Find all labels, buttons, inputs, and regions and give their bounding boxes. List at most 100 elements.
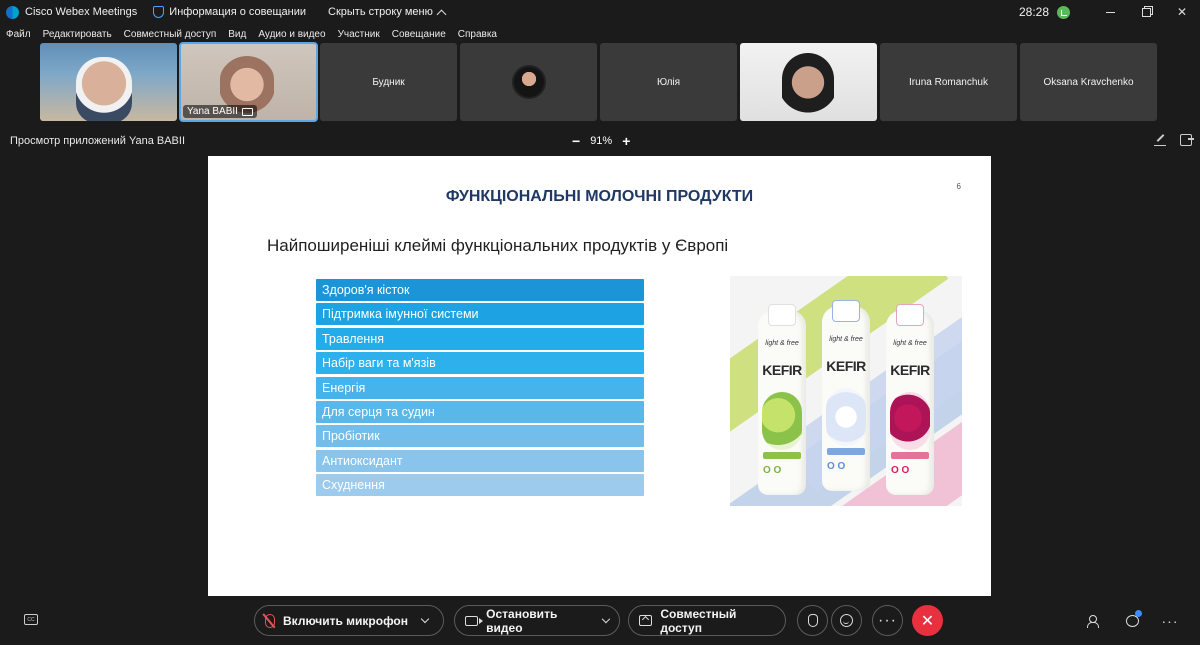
zoom-in-button[interactable]: + <box>622 133 630 149</box>
slide-number: 6 <box>956 182 961 191</box>
close-icon: ✕ <box>920 612 935 630</box>
claim-bar: Набір ваги та м'язів <box>316 352 644 375</box>
minimize-button[interactable] <box>1092 0 1128 24</box>
participant-name-tag: Yana BABII <box>183 105 257 118</box>
close-button[interactable]: ✕ <box>1164 0 1200 24</box>
title-bar: Cisco Webex Meetings Информация о совеща… <box>0 0 1200 24</box>
flavor-label <box>827 448 865 455</box>
participant-video <box>76 57 132 121</box>
participant-name: Юлія <box>656 76 681 88</box>
participants-strip: Yana BABII Будник Юлія Iruna Romanchuk O… <box>40 42 1157 122</box>
annotate-icon[interactable] <box>1154 134 1166 146</box>
bottle-cap <box>896 304 924 326</box>
participant-tile-video[interactable] <box>40 43 177 121</box>
kefir-bottle: light & free KEFIR O O <box>822 300 870 491</box>
shield-icon[interactable] <box>153 6 165 18</box>
participant-name: Будник <box>372 76 405 88</box>
reactions-button[interactable] <box>831 605 862 636</box>
share-screen-icon <box>639 615 653 626</box>
meeting-controls: CC Включить микрофон Остановить видео Со… <box>0 598 1200 645</box>
participant-name: Oksana Kravchenko <box>1043 76 1134 88</box>
restore-button[interactable] <box>1128 0 1164 24</box>
connection-status-icon[interactable] <box>1057 5 1070 19</box>
camera-icon <box>465 615 484 626</box>
video-label: Остановить видео <box>486 606 558 635</box>
mute-label: Включить микрофон <box>283 613 409 628</box>
menu-edit[interactable]: Редактировать <box>37 29 118 40</box>
menu-audio-video[interactable]: Аудио и видео <box>252 29 331 40</box>
zoom-level: 91% <box>590 135 613 147</box>
bottle-brand: light & free <box>893 340 927 347</box>
people-icon <box>1086 615 1099 628</box>
participant-tile-name[interactable]: Будник <box>320 43 457 121</box>
chevron-down-icon[interactable] <box>602 614 611 624</box>
end-call-button[interactable]: ✕ <box>912 605 943 636</box>
mute-button[interactable]: Включить микрофон <box>254 605 444 636</box>
claim-bar: Підтримка імунної системи <box>316 303 644 326</box>
notification-dot <box>1134 610 1142 617</box>
menu-view[interactable]: Вид <box>222 29 252 40</box>
closed-captions-icon[interactable]: CC <box>24 614 38 625</box>
menu-help[interactable]: Справка <box>452 29 503 40</box>
chat-icon <box>1125 610 1142 627</box>
participant-tile-name[interactable]: Юлія <box>600 43 737 121</box>
participant-tile-avatar[interactable] <box>460 43 597 121</box>
meeting-timer: 28:28 <box>1018 5 1049 19</box>
flavor-label <box>763 452 801 459</box>
more-panels-button[interactable]: ··· <box>1160 611 1180 631</box>
participant-tile-active-speaker[interactable]: Yana BABII <box>179 42 318 122</box>
flavor-label <box>891 452 929 459</box>
webex-logo-icon <box>6 5 19 19</box>
pop-out-icon[interactable] <box>1180 134 1194 146</box>
chevron-down-icon[interactable] <box>420 614 430 624</box>
berry-illustration <box>890 392 930 450</box>
slide-title: ФУНКЦІОНАЛЬНІ МОЛОЧНІ ПРОДУКТИ <box>445 188 754 205</box>
share-button[interactable]: Совместный доступ <box>628 605 786 636</box>
menu-meeting[interactable]: Совещание <box>386 29 452 40</box>
claim-bar: Травлення <box>316 327 644 350</box>
bottle-product-name: KEFIR <box>826 358 866 374</box>
app-name: Cisco Webex Meetings <box>25 6 138 18</box>
bottle-cap <box>832 300 860 322</box>
participant-tile-name[interactable]: Iruna Romanchuk <box>880 43 1017 121</box>
more-options-button[interactable]: ··· <box>872 605 903 636</box>
claim-bar: Антиоксидант <box>316 449 644 472</box>
zoom-out-button[interactable]: − <box>572 133 580 149</box>
bottle-product-name: KEFIR <box>762 362 802 378</box>
menu-participant[interactable]: Участник <box>332 29 386 40</box>
more-icon: ··· <box>1161 613 1179 629</box>
mic-muted-icon <box>265 613 275 628</box>
participant-video <box>782 53 834 121</box>
participant-tile-video[interactable] <box>740 43 877 121</box>
zero-badges: O O <box>891 465 910 476</box>
menu-bar: Файл Редактировать Совместный доступ Вид… <box>0 24 1200 44</box>
bottle-brand: light & free <box>829 336 863 343</box>
hide-menu-button[interactable]: Скрыть строку меню <box>328 6 447 19</box>
avatar <box>511 65 546 99</box>
participant-tile-name[interactable]: Oksana Kravchenko <box>1020 43 1157 121</box>
claim-bar: Для серця та судин <box>316 400 644 423</box>
claim-bar: Пробіотик <box>316 425 644 448</box>
close-icon: ✕ <box>1176 5 1188 19</box>
video-button[interactable]: Остановить видео <box>454 605 620 636</box>
hand-icon <box>807 614 818 627</box>
share-label: Совместный доступ <box>660 606 737 635</box>
claim-bar: Схуднення <box>316 474 644 497</box>
bottle-brand: light & free <box>765 340 799 347</box>
zoom-control: − 91% + <box>572 130 630 152</box>
flower-illustration <box>826 388 866 446</box>
participants-panel-button[interactable] <box>1082 611 1102 631</box>
chat-panel-button[interactable] <box>1122 610 1142 631</box>
claims-list: Здоров'я кісток Підтримка імунної системи… <box>316 279 644 499</box>
minimize-icon <box>1105 11 1115 13</box>
restore-icon <box>1141 7 1151 17</box>
meeting-info-button[interactable]: Информация о совещании <box>169 6 306 18</box>
claim-bar: Здоров'я кісток <box>316 279 644 301</box>
menu-file[interactable]: Файл <box>0 29 37 40</box>
shared-slide: ФУНКЦІОНАЛЬНІ МОЛОЧНІ ПРОДУКТИ 6 Найпоши… <box>208 156 991 596</box>
share-title: Просмотр приложений Yana BABII <box>10 135 185 147</box>
raise-hand-button[interactable] <box>797 605 828 636</box>
share-header: Просмотр приложений Yana BABII − 91% + <box>0 130 1200 152</box>
menu-share[interactable]: Совместный доступ <box>118 29 223 40</box>
emoji-icon <box>840 614 853 627</box>
